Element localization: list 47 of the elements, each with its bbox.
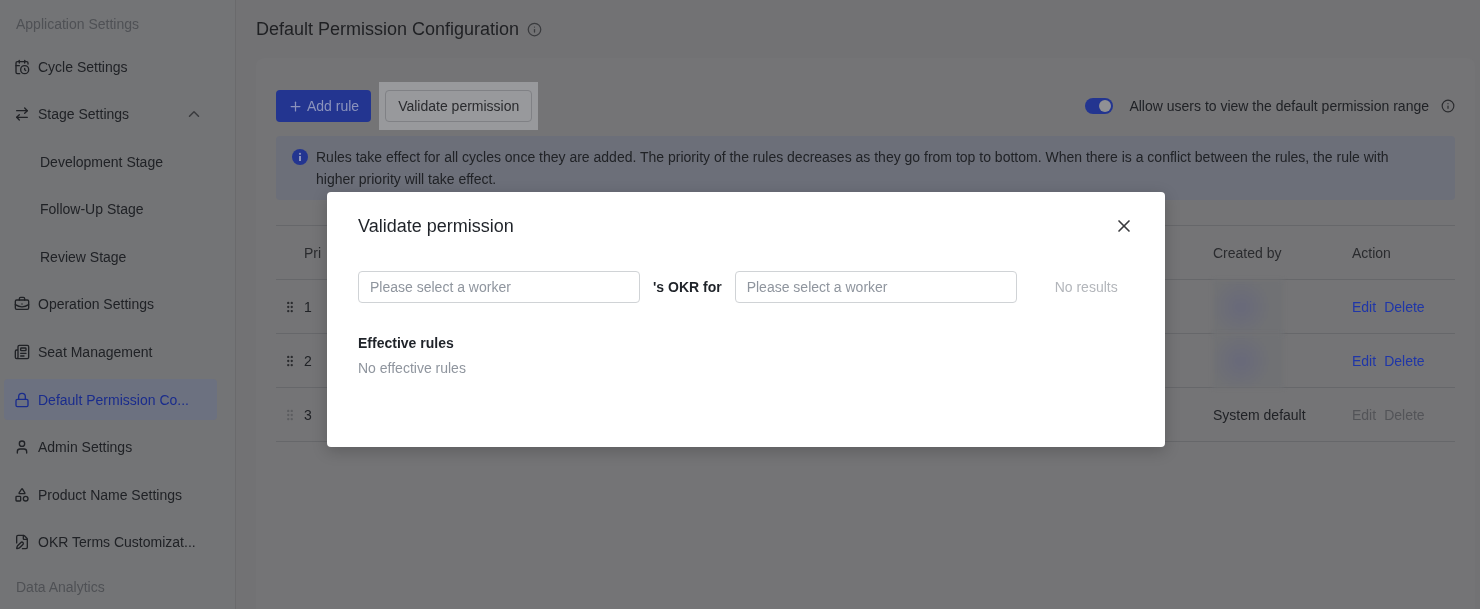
sidebar-item[interactable]: Admin Settings	[4, 426, 217, 468]
empty-text: No effective rules	[358, 360, 467, 376]
action-link[interactable]: Delete	[1384, 352, 1425, 369]
info-icon	[292, 149, 308, 165]
toggle-label: Allow users to view the default permission range	[1129, 98, 1429, 114]
table-cell: System default	[1213, 406, 1306, 423]
column-header: Action	[1352, 244, 1392, 261]
worker-select-field[interactable]: Please select a worker	[734, 271, 1017, 303]
pen-document-icon	[14, 534, 30, 551]
dialog-title: Validate permission	[358, 215, 514, 237]
calendar-icon	[14, 58, 30, 75]
sidebar-item[interactable]: OKR Terms Customizat...	[4, 521, 217, 564]
table-cell: 1	[304, 298, 312, 315]
sidebar-item[interactable]: Follow-Up Stage	[4, 188, 217, 231]
sidebar-item[interactable]: Product Name Settings	[4, 474, 217, 516]
toggle-switch[interactable]	[1085, 98, 1114, 114]
lock-icon	[14, 391, 30, 408]
notice-text: Rules take effect for all cycles once they are added. The priority of the rules decreases as they go from top to bottom. When there is a conflict between the rules, the rule with higher priority will take effect.	[316, 148, 1390, 189]
sidebar-item[interactable]: Development Stage	[4, 140, 217, 183]
info-icon[interactable]	[527, 21, 543, 37]
sidebar-item[interactable]: Default Permission Co...	[4, 378, 217, 421]
sidebar-item[interactable]: Review Stage	[4, 236, 217, 278]
document-icon	[14, 344, 30, 361]
sidebar-item[interactable]: Operation Settings	[4, 283, 217, 326]
plus-icon	[288, 98, 303, 114]
sidebar-item[interactable]: Stage Settings	[4, 93, 217, 135]
connector-text: 's OKR for	[653, 279, 722, 295]
shapes-icon	[14, 486, 30, 503]
column-header: Created by	[1213, 244, 1283, 261]
table-cell: 3	[304, 406, 312, 423]
worker-select-field[interactable]: Please select a worker	[358, 271, 640, 303]
user-icon	[14, 439, 30, 456]
info-icon[interactable]	[1441, 99, 1455, 113]
action-link[interactable]: Edit	[1352, 298, 1377, 315]
column-header: Pri	[304, 244, 323, 261]
add-rule-button[interactable]: Add rule	[276, 90, 372, 122]
section-title: Effective rules	[358, 335, 455, 351]
arrows-icon	[14, 106, 30, 123]
validate-permission-button[interactable]: Validate permission	[385, 90, 533, 122]
action-link[interactable]: Edit	[1352, 352, 1377, 369]
sidebar-item[interactable]: Cycle Settings	[4, 45, 217, 88]
result-text: No results	[1054, 279, 1118, 295]
table-cell: 2	[304, 352, 312, 369]
action-link[interactable]: Delete	[1384, 298, 1425, 315]
sidebar-item[interactable]: Seat Management	[4, 331, 217, 373]
page-title: Default Permission Configuration	[256, 18, 520, 40]
briefcase-icon	[14, 296, 30, 313]
